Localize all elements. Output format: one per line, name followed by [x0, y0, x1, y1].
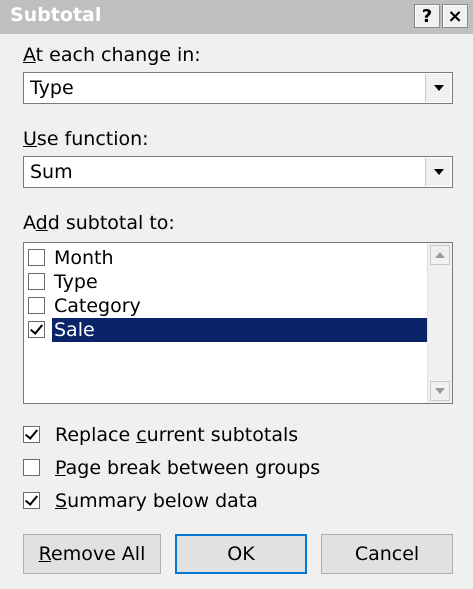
summary-below-data-checkbox[interactable] [23, 492, 40, 509]
at-each-change-dropdown[interactable]: Type [23, 72, 453, 104]
at-each-change-label: At each change in: [23, 44, 201, 66]
remove-all-button[interactable]: Remove All [23, 534, 161, 574]
summary-below-data-label: Summary below data [55, 490, 258, 512]
page-break-option[interactable]: Page break between groups [23, 456, 443, 482]
list-item-label: Sale [52, 318, 428, 342]
list-item-label: Type [54, 271, 98, 293]
scroll-up-button[interactable] [430, 245, 450, 265]
dialog-title: Subtotal [10, 4, 102, 26]
summary-below-data-option[interactable]: Summary below data [23, 489, 443, 515]
replace-current-subtotals-option[interactable]: Replace current subtotals [23, 423, 443, 449]
list-item-sale[interactable]: Sale [26, 318, 428, 342]
list-item-type[interactable]: Type [26, 270, 428, 294]
scroll-down-button[interactable] [430, 381, 450, 401]
page-break-label: Page break between groups [55, 457, 321, 479]
cancel-button[interactable]: Cancel [321, 534, 453, 574]
type-checkbox[interactable] [28, 273, 45, 290]
sale-checkbox[interactable] [28, 321, 45, 338]
list-item-category[interactable]: Category [26, 294, 428, 318]
add-subtotal-label: Add subtotal to: [23, 212, 175, 234]
chevron-down-icon [435, 388, 445, 394]
help-button[interactable]: ? [414, 4, 440, 28]
at-each-change-value: Type [30, 77, 74, 99]
close-button[interactable]: × [442, 4, 468, 28]
subtotal-dialog: Subtotal ? × At each change in: Type Use… [0, 0, 473, 589]
checkmark-icon [24, 492, 39, 506]
month-checkbox[interactable] [28, 249, 45, 266]
listbox-scrollbar[interactable] [427, 243, 452, 403]
list-item-label: Category [54, 295, 141, 317]
checkmark-icon [24, 426, 39, 440]
at-each-change-dropdown-button[interactable] [425, 74, 451, 102]
list-item-label: Month [54, 247, 114, 269]
chevron-down-icon [434, 85, 444, 91]
use-function-dropdown-button[interactable] [425, 158, 451, 186]
use-function-value: Sum [30, 161, 73, 183]
chevron-up-icon [435, 252, 445, 258]
replace-current-subtotals-label: Replace current subtotals [55, 424, 299, 446]
page-break-checkbox[interactable] [23, 459, 40, 476]
add-subtotal-listbox[interactable]: Month Type Category Sale [23, 242, 453, 404]
replace-current-subtotals-checkbox[interactable] [23, 426, 40, 443]
use-function-dropdown[interactable]: Sum [23, 156, 453, 188]
category-checkbox[interactable] [28, 297, 45, 314]
checkmark-icon [29, 321, 44, 335]
chevron-down-icon [434, 169, 444, 175]
ok-button[interactable]: OK [175, 534, 307, 574]
list-item-month[interactable]: Month [26, 246, 428, 270]
title-bar[interactable]: Subtotal ? × [0, 0, 473, 34]
use-function-label: Use function: [23, 128, 149, 150]
